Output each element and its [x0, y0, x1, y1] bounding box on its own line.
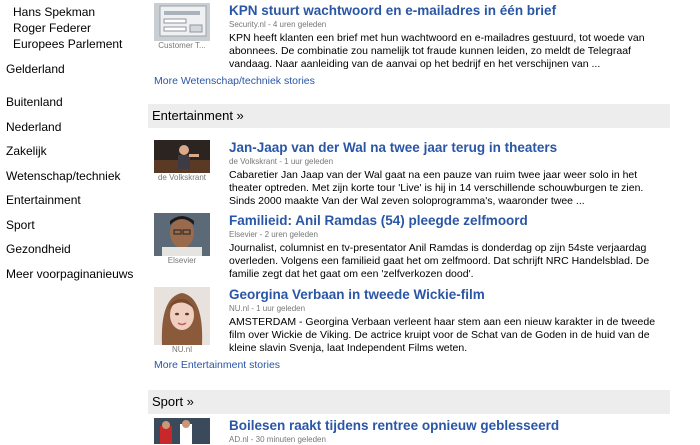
more-wetenschap-link[interactable]: More Wetenschap/techniek stories [148, 75, 670, 88]
sidebar-subitem-roger-federer[interactable]: Roger Federer [0, 20, 140, 36]
story-source: Security.nl [229, 20, 266, 29]
story-thumbnail[interactable]: Elsevier [154, 213, 210, 266]
section-link-entertainment[interactable]: Entertainment » [152, 108, 244, 123]
story-body: Boilesen raakt tijdens rentree opnieuw g… [229, 418, 670, 445]
story-thumbnail[interactable]: NU.nl [154, 287, 210, 355]
story-boilesen: Boilesen raakt tijdens rentree opnieuw g… [148, 418, 670, 445]
thumbnail-caption: Customer T... [158, 41, 206, 50]
story-time: - 4 uren geleden [265, 20, 327, 29]
sidebar-item-entertainment[interactable]: Entertainment [0, 192, 140, 208]
story-time: - 30 minuten geleden [248, 435, 326, 444]
thumbnail-image[interactable] [154, 213, 210, 256]
story-snippet: KPN heeft klanten een brief met hun wach… [229, 32, 645, 70]
story-meta: Security.nl - 4 uren geleden [229, 20, 670, 30]
story-source: AD.nl [229, 435, 249, 444]
sidebar-item-gezondheid[interactable]: Gezondheid [0, 241, 140, 257]
story-snippet: Cabaretier Jan Jaap van der Wal gaat na … [229, 169, 644, 207]
sidebar-item-sport[interactable]: Sport [0, 217, 140, 233]
story-body: Familieid: Anil Ramdas (54) pleegde zelf… [229, 213, 670, 281]
sidebar-item-zakelijk[interactable]: Zakelijk [0, 143, 140, 159]
story-headline[interactable]: Jan-Jaap van der Wal na twee jaar terug … [229, 140, 670, 156]
story-source: Elsevier [229, 230, 258, 239]
story-time: - 1 uur geleden [277, 157, 334, 166]
story-anil-ramdas: Elsevier Familieid: Anil Ramdas (54) ple… [148, 213, 670, 281]
thumbnail-image[interactable] [154, 140, 210, 173]
story-snippet: Journalist, columnist en tv-presentator … [229, 242, 650, 280]
thumbnail-caption: NU.nl [171, 345, 192, 354]
thumbnail-caption: Elsevier [167, 256, 197, 265]
story-meta: de Volkskrant - 1 uur geleden [229, 157, 670, 167]
story-headline[interactable]: Boilesen raakt tijdens rentree opnieuw g… [229, 418, 670, 434]
sidebar-item-meer-voorpaginanieuws[interactable]: Meer voorpaginanieuws [0, 266, 140, 282]
story-thumbnail[interactable]: de Volkskrant [154, 140, 210, 183]
story-meta: NU.nl - 1 uur geleden [229, 304, 670, 314]
story-source: de Volkskrant [229, 157, 278, 166]
thumbnail-image[interactable] [154, 3, 210, 41]
section-link-sport[interactable]: Sport » [152, 394, 194, 409]
story-meta: Elsevier - 2 uren geleden [229, 230, 670, 240]
thumbnail-image[interactable] [154, 287, 210, 345]
thumbnail-caption: de Volkskrant [157, 173, 207, 182]
story-time: - 2 uren geleden [257, 230, 318, 239]
story-thumbnail[interactable] [154, 418, 210, 444]
story-source: NU.nl [229, 304, 250, 313]
sidebar-item-nederland[interactable]: Nederland [0, 119, 140, 135]
thumbnail-image[interactable] [154, 418, 210, 444]
story-jan-jaap: de Volkskrant Jan-Jaap van der Wal na tw… [148, 140, 670, 208]
story-body: KPN stuurt wachtwoord en e-mailadres in … [229, 3, 670, 71]
section-header-sport: Sport » [148, 390, 670, 414]
sidebar-item-gelderland[interactable]: Gelderland [0, 61, 140, 77]
story-snippet: AMSTERDAM - Georgina Verbaan verleent ha… [229, 316, 656, 354]
sidebar-subitem-hans-spekman[interactable]: Hans Spekman [0, 4, 140, 20]
section-header-entertainment: Entertainment » [148, 104, 670, 128]
sidebar-subitem-europees-parlement[interactable]: Europees Parlement [0, 36, 140, 52]
story-kpn: Customer T... KPN stuurt wachtwoord en e… [148, 3, 670, 71]
story-headline[interactable]: Familieid: Anil Ramdas (54) pleegde zelf… [229, 213, 670, 229]
sidebar-item-buitenland[interactable]: Buitenland [0, 94, 140, 110]
story-body: Georgina Verbaan in tweede Wickie-film N… [229, 287, 670, 355]
story-headline[interactable]: Georgina Verbaan in tweede Wickie-film [229, 287, 670, 303]
sidebar-item-wetenschap-techniek[interactable]: Wetenschap/techniek [0, 168, 140, 184]
more-entertainment-link[interactable]: More Entertainment stories [148, 359, 280, 372]
sidebar: Hans Spekman Roger Federer Europees Parl… [0, 0, 140, 282]
news-main: Customer T... KPN stuurt wachtwoord en e… [148, 0, 670, 444]
story-time: - 1 uur geleden [249, 304, 306, 313]
story-thumbnail[interactable]: Customer T... [154, 3, 210, 51]
story-georgina-verbaan: NU.nl Georgina Verbaan in tweede Wickie-… [148, 287, 670, 355]
story-body: Jan-Jaap van der Wal na twee jaar terug … [229, 140, 670, 208]
story-headline[interactable]: KPN stuurt wachtwoord en e-mailadres in … [229, 3, 670, 19]
